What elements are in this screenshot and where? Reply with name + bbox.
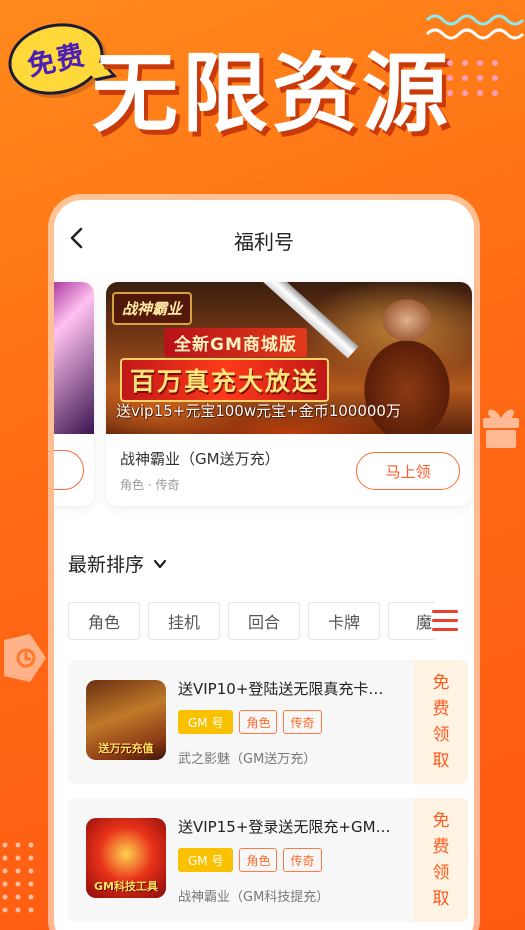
- sort-dropdown[interactable]: 最新排序: [68, 550, 168, 577]
- banner-image: 战神霸业 全新GM商城版 百万真充大放送 送vip15+元宝100w元宝+金币1…: [106, 282, 472, 434]
- tag: 角色: [239, 848, 278, 872]
- action-char: 领: [432, 725, 450, 745]
- free-claim-button[interactable]: 免 费 领 取: [414, 660, 468, 784]
- promo-headline: 无限资源: [92, 44, 452, 144]
- item-tags: GM 号 角色 传奇: [178, 848, 322, 872]
- category-chip-role[interactable]: 角色: [68, 602, 140, 640]
- action-char: 免: [432, 811, 450, 831]
- category-chips: 角色 挂机 回合 卡牌 魔: [68, 602, 434, 640]
- category-chip-idle[interactable]: 挂机: [148, 602, 220, 640]
- banner-image-previous: [54, 282, 94, 434]
- item-game-name: 武之影魅（GM送万充）: [178, 752, 317, 767]
- claim-now-button[interactable]: 马上领: [356, 452, 460, 490]
- list-item[interactable]: 送万元充值 送VIP10+登陆送无限真充卡… GM 号 角色 传奇 武之影魅（G…: [68, 660, 468, 784]
- gift-decoration-icon: [483, 409, 519, 448]
- featured-game-meta: 角色 · 传奇: [120, 478, 180, 492]
- featured-game-name: 战神霸业（GM送万充）: [120, 450, 280, 468]
- phone-frame: 福利号 战神霸业 全新GM商城版 百万真充大放送 送vip15+元宝100w元宝…: [48, 194, 480, 930]
- item-title: 送VIP10+登陆送无限真充卡…: [178, 680, 384, 698]
- menu-line: [432, 619, 458, 622]
- chevron-down-icon: [153, 559, 167, 568]
- dots-decoration-icon: [447, 60, 498, 96]
- wave-decoration-icon: [425, 14, 525, 40]
- menu-line: [432, 628, 458, 631]
- app-screen: 福利号 战神霸业 全新GM商城版 百万真充大放送 送vip15+元宝100w元宝…: [54, 200, 474, 930]
- banner-headline: 百万真充大放送: [120, 358, 330, 402]
- sort-label: 最新排序: [68, 554, 145, 576]
- promo-header: 免费 无限资源: [0, 0, 525, 200]
- clock-decoration-icon: [4, 634, 46, 682]
- action-char: 取: [432, 751, 450, 771]
- claim-button-previous[interactable]: [54, 450, 84, 490]
- game-thumbnail: 送万元充值: [86, 680, 166, 760]
- tag: 传奇: [283, 710, 322, 734]
- item-title: 送VIP15+登录送无限充+GM…: [178, 818, 391, 836]
- category-chip-turn-based[interactable]: 回合: [228, 602, 300, 640]
- bubble-text: 免费: [24, 38, 89, 83]
- item-tags: GM 号 角色 传奇: [178, 710, 322, 734]
- dots-left-decoration-icon: [2, 842, 34, 913]
- action-char: 费: [432, 699, 450, 719]
- action-char: 领: [432, 863, 450, 883]
- action-char: 费: [432, 837, 450, 857]
- banner-card-previous[interactable]: [54, 282, 94, 506]
- list-item[interactable]: GM科技工具 送VIP15+登录送无限充+GM… GM 号 角色 传奇 战神霸业…: [68, 798, 468, 922]
- top-bar: 福利号: [54, 200, 474, 270]
- menu-line: [432, 610, 458, 613]
- gm-tag: GM 号: [178, 848, 234, 872]
- page-title: 福利号: [234, 230, 294, 254]
- banner-subheadline: 全新GM商城版: [164, 328, 307, 357]
- category-chip-magic[interactable]: 魔: [388, 602, 434, 640]
- game-thumbnail: GM科技工具: [86, 818, 166, 898]
- category-menu-button[interactable]: [432, 610, 458, 632]
- gift-list: 送万元充值 送VIP10+登陆送无限真充卡… GM 号 角色 传奇 武之影魅（G…: [68, 660, 468, 930]
- tag: 传奇: [283, 848, 322, 872]
- thumbnail-caption: 送万元充值: [98, 742, 154, 755]
- tag: 角色: [239, 710, 278, 734]
- banner-offer-text: 送vip15+元宝100w元宝+金币100000万: [116, 402, 401, 420]
- action-char: 取: [432, 889, 450, 909]
- free-claim-button[interactable]: 免 费 领 取: [414, 798, 468, 922]
- category-chip-card[interactable]: 卡牌: [308, 602, 380, 640]
- game-logo: 战神霸业: [112, 292, 193, 325]
- gm-tag: GM 号: [178, 710, 234, 734]
- item-game-name: 战神霸业（GM科技提充）: [178, 890, 330, 905]
- action-char: 免: [432, 673, 450, 693]
- thumbnail-caption: GM科技工具: [94, 880, 158, 893]
- banner-card-featured[interactable]: 战神霸业 全新GM商城版 百万真充大放送 送vip15+元宝100w元宝+金币1…: [106, 282, 472, 506]
- banner-carousel[interactable]: 战神霸业 全新GM商城版 百万真充大放送 送vip15+元宝100w元宝+金币1…: [54, 282, 474, 510]
